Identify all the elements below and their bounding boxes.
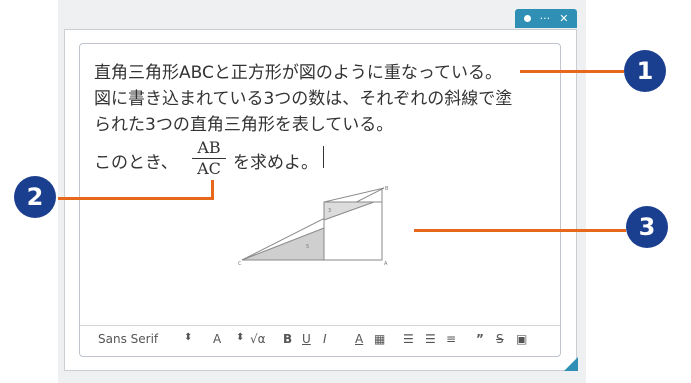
leader-line-3 [414, 229, 626, 232]
question-prefix: このとき、 [94, 153, 178, 173]
question-line-2: 図に書き込まれている3つの数は、それぞれの斜線で塗 [94, 89, 513, 109]
callout-1: 1 [624, 50, 666, 92]
window-controls: ··· ✕ [515, 9, 577, 28]
question-line-1: 直角三角形ABCと正方形が図のように重なっている。 [94, 63, 503, 83]
label-a: A [384, 261, 388, 266]
more-icon[interactable]: ··· [540, 9, 551, 28]
close-icon[interactable]: ✕ [559, 9, 568, 28]
chevron-updown-icon[interactable]: ⬍ [236, 332, 244, 343]
image-icon[interactable]: ▣ [516, 332, 527, 346]
bullet-list-icon[interactable]: ☰ [425, 332, 436, 346]
formula-button[interactable]: √α [250, 332, 266, 346]
fraction-numerator: AB [197, 138, 221, 157]
fraction: AB AC [192, 139, 226, 178]
record-icon[interactable] [523, 15, 531, 22]
quote-button[interactable]: ” [476, 332, 484, 346]
underline-button[interactable]: U [302, 332, 311, 346]
highlight-icon[interactable]: ▦ [374, 332, 385, 346]
editor-toolbar: Sans Serif ⬍ A ⬍ √α B U I A ▦ ☰ ☰ ≡ ” S … [80, 325, 560, 357]
question-line-3: られた3つの直角三角形を表している。 [94, 115, 394, 135]
triangle-figure: C A B 3 5 [238, 186, 389, 266]
chevron-updown-icon[interactable]: ⬍ [184, 332, 192, 343]
text-caret [323, 146, 324, 168]
strike-button[interactable]: S [496, 332, 504, 346]
callout-3: 3 [626, 206, 668, 248]
callout-2: 2 [14, 176, 56, 218]
text-color-button[interactable]: A [355, 332, 363, 346]
leader-line-2 [58, 197, 214, 200]
italic-button[interactable]: I [323, 332, 327, 346]
label-c: C [238, 261, 242, 266]
font-family-select[interactable]: Sans Serif [98, 332, 158, 346]
resize-handle[interactable] [564, 357, 578, 371]
fraction-denominator: AC [197, 159, 221, 178]
leader-line-2-vertical [211, 180, 214, 200]
leader-line-1 [520, 70, 624, 73]
number-top: 3 [328, 208, 331, 214]
question-line-4: このとき、 AB AC を求めよ。 [94, 139, 354, 180]
bold-button[interactable]: B [283, 332, 292, 346]
question-text: 直角三角形ABCと正方形が図のように重なっている。 図に書き込まれている3つの数… [94, 60, 534, 138]
ordered-list-icon[interactable]: ☰ [403, 332, 414, 346]
label-b: B [385, 186, 389, 192]
question-suffix: を求めよ。 [233, 153, 318, 173]
shaded-triangle-left [241, 227, 325, 261]
shaded-triangle-top [323, 201, 375, 221]
align-icon[interactable]: ≡ [446, 332, 456, 346]
number-left: 5 [306, 244, 309, 250]
font-size-button[interactable]: A [213, 332, 221, 346]
